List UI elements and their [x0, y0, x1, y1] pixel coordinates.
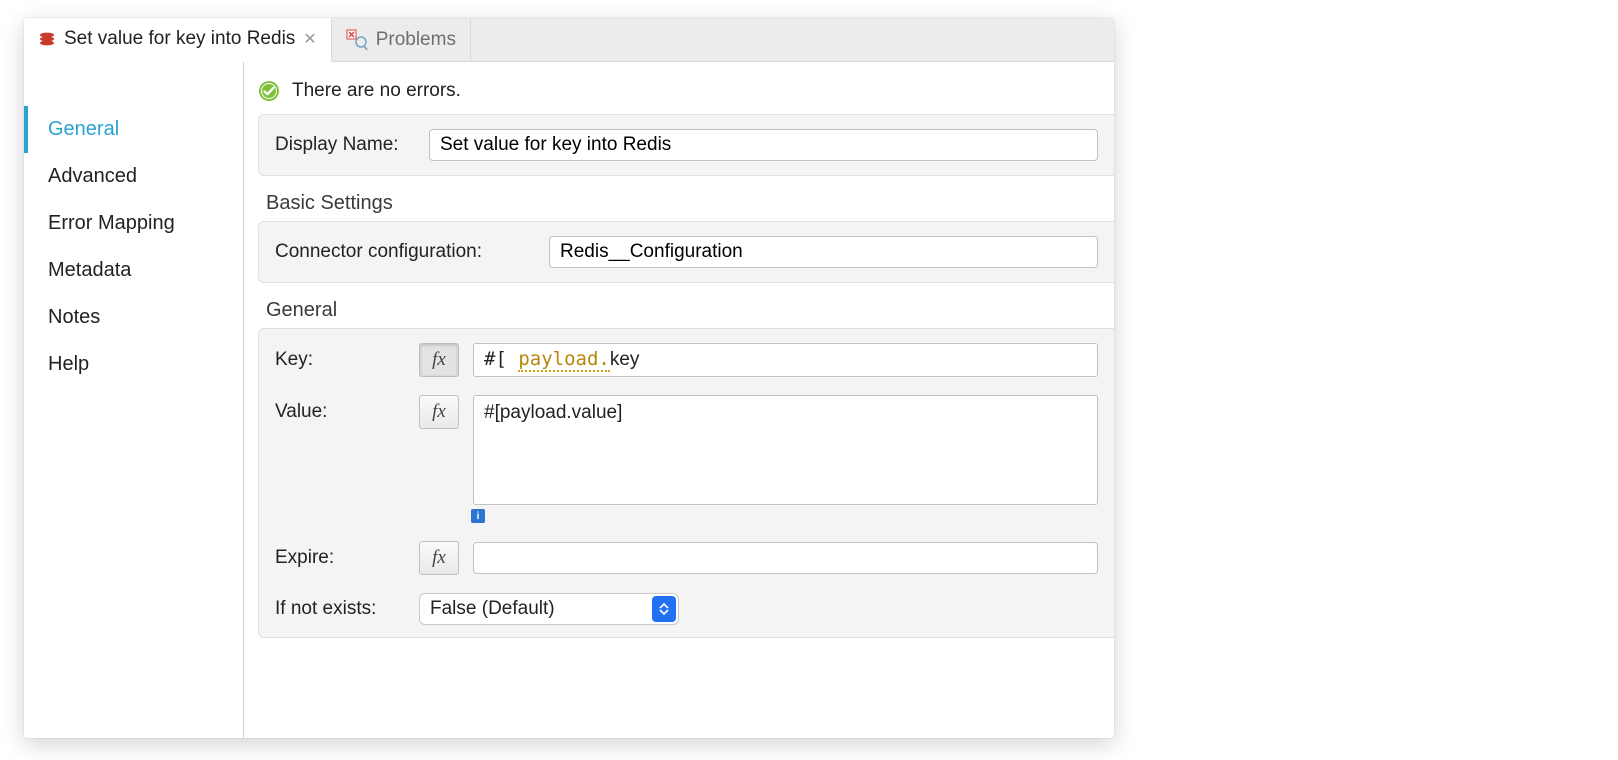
connector-config-input[interactable] [549, 236, 1098, 268]
sidebar-item-notes[interactable]: Notes [24, 294, 243, 341]
tab-redis-config[interactable]: Set value for key into Redis ✕ [24, 18, 332, 62]
key-label: Key: [275, 343, 405, 371]
if-not-exists-value: False (Default) [430, 598, 555, 620]
redis-icon [38, 30, 56, 48]
expire-label: Expire: [275, 547, 405, 569]
fx-button-key[interactable]: fx [419, 343, 459, 377]
basic-settings-title: Basic Settings [266, 192, 1114, 215]
chevron-updown-icon [652, 596, 676, 622]
general-section-title: General [266, 299, 1114, 322]
sidebar-item-help[interactable]: Help [24, 341, 243, 388]
tab-label: Problems [376, 29, 456, 51]
value-input[interactable]: #[payload.value] [473, 395, 1098, 505]
if-not-exists-label: If not exists: [275, 598, 405, 620]
key-row: Key: fx #[ payload.key [275, 343, 1098, 377]
expire-input[interactable] [473, 542, 1098, 574]
sidebar-item-metadata[interactable]: Metadata [24, 247, 243, 294]
problems-icon [346, 29, 368, 51]
expire-row: Expire: fx [275, 541, 1098, 575]
general-fieldset: Key: fx #[ payload.key Value: fx #[paylo… [258, 328, 1114, 638]
info-icon[interactable]: i [471, 509, 485, 523]
fx-button-expire[interactable]: fx [419, 541, 459, 575]
close-icon[interactable]: ✕ [303, 29, 316, 49]
basic-settings-panel: Connector configuration: [258, 221, 1114, 283]
if-not-exists-select[interactable]: False (Default) [419, 593, 679, 625]
display-name-panel: Display Name: [258, 114, 1114, 176]
ok-icon [258, 80, 280, 102]
content-area: General Advanced Error Mapping Metadata … [24, 62, 1114, 738]
status-message: There are no errors. [292, 80, 461, 102]
display-name-label: Display Name: [275, 134, 415, 156]
key-input[interactable]: #[ payload.key [473, 343, 1098, 377]
tab-bar: Set value for key into Redis ✕ Problems [24, 18, 1114, 62]
value-row: Value: fx #[payload.value] i [275, 395, 1098, 523]
status-row: There are no errors. [258, 80, 1114, 114]
if-not-exists-row: If not exists: False (Default) [275, 593, 1098, 625]
config-window: Set value for key into Redis ✕ Problems … [24, 18, 1114, 738]
fx-button-value[interactable]: fx [419, 395, 459, 429]
sidebar: General Advanced Error Mapping Metadata … [24, 62, 244, 738]
value-label: Value: [275, 395, 405, 423]
tab-problems[interactable]: Problems [332, 18, 471, 61]
sidebar-item-error-mapping[interactable]: Error Mapping [24, 200, 243, 247]
tab-label: Set value for key into Redis [64, 28, 295, 50]
sidebar-item-general[interactable]: General [24, 106, 243, 153]
display-name-input[interactable] [429, 129, 1098, 161]
main-panel: There are no errors. Display Name: Basic… [244, 62, 1114, 738]
sidebar-item-advanced[interactable]: Advanced [24, 153, 243, 200]
connector-config-label: Connector configuration: [275, 241, 535, 263]
